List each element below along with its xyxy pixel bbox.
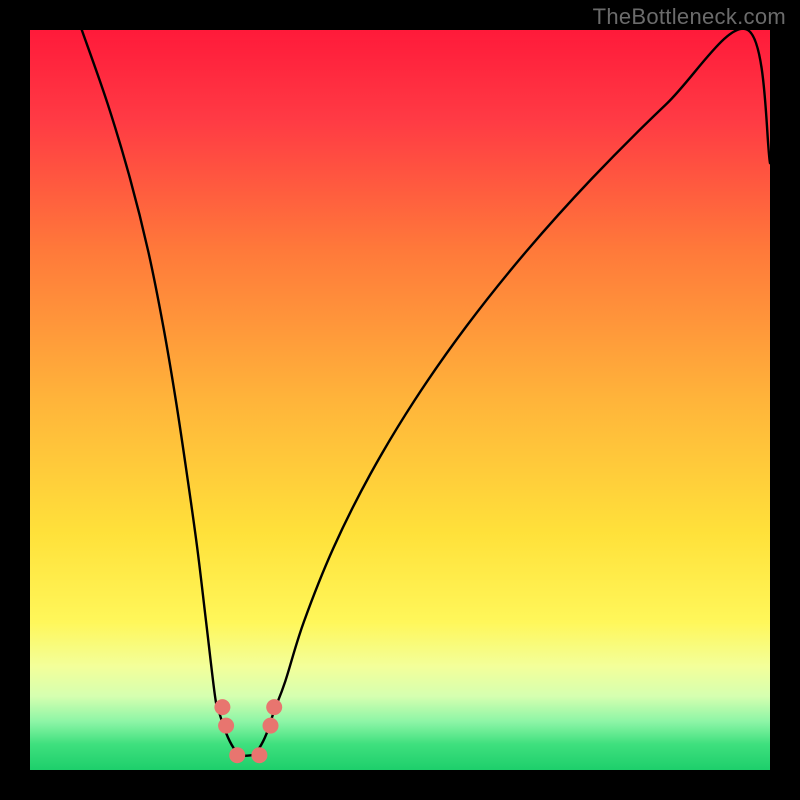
marker-left-elbow-top: [214, 699, 230, 715]
marker-right-elbow-bottom: [263, 718, 279, 734]
attribution-text: TheBottleneck.com: [593, 4, 786, 30]
marker-layer: [214, 699, 282, 763]
chart-frame: TheBottleneck.com: [0, 0, 800, 800]
curves-layer: [30, 30, 770, 770]
marker-valley-left: [229, 747, 245, 763]
left-curve: [82, 30, 252, 756]
marker-right-elbow-top: [266, 699, 282, 715]
right-curve: [252, 30, 770, 755]
marker-valley-right: [251, 747, 267, 763]
marker-left-elbow-bottom: [218, 718, 234, 734]
plot-area: [30, 30, 770, 770]
